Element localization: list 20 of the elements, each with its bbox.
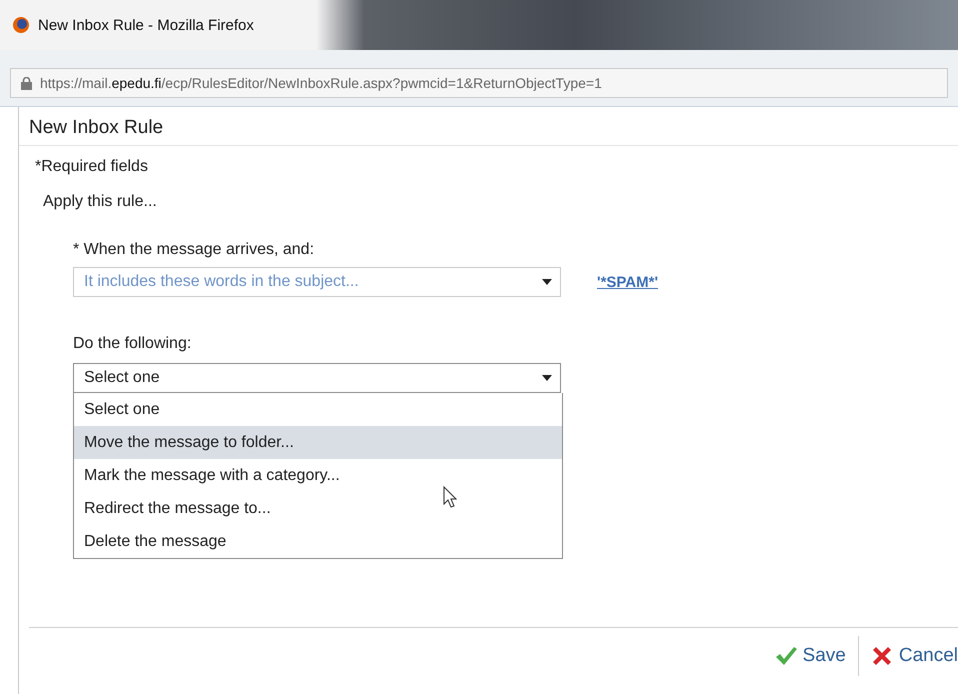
cancel-button[interactable]: Cancel — [858, 636, 958, 676]
lock-icon — [21, 76, 32, 90]
spam-link[interactable]: '*SPAM*' — [597, 274, 658, 290]
caret-icon — [542, 279, 552, 285]
dropdown-option[interactable]: Move the message to folder... — [74, 426, 562, 459]
pointer-icon — [443, 486, 457, 508]
browser-logo-icon — [12, 16, 30, 34]
page-title: New Inbox Rule — [19, 107, 958, 146]
window-title: New Inbox Rule - Mozilla Firefox — [38, 16, 254, 34]
cross-icon — [870, 645, 893, 667]
url-text: https://mail.epedu.fi/ecp/RulesEditor/NewInboxRule.aspx?pwmcid=1&ReturnObjectType=1 — [40, 75, 602, 91]
action-select[interactable]: Select one — [73, 363, 561, 393]
section-label: Apply this rule... — [43, 193, 158, 211]
check-icon — [774, 646, 797, 666]
save-button[interactable]: Save — [762, 636, 858, 676]
caret-icon — [542, 375, 552, 381]
condition-label: * When the message arrives, and: — [73, 241, 316, 259]
address-field[interactable]: https://mail.epedu.fi/ecp/RulesEditor/NewInboxRule.aspx?pwmcid=1&ReturnObjectType=1 — [10, 68, 948, 98]
required-note: *Required fields — [35, 158, 149, 176]
action-label: Do the following: — [73, 335, 192, 353]
